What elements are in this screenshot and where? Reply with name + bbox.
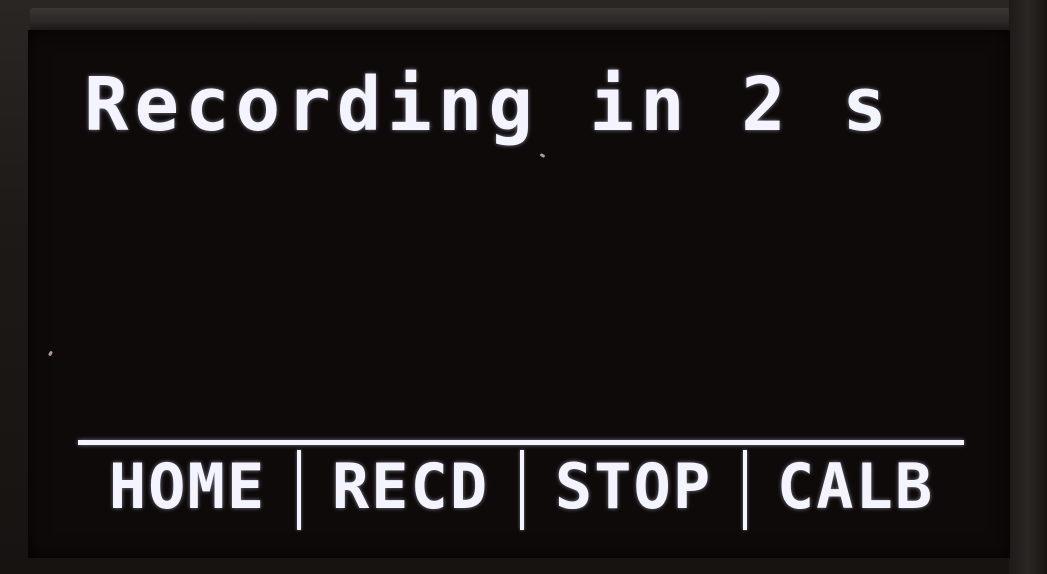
recording-countdown-text: Recording in 2 s xyxy=(84,62,893,148)
device-frame: Recording in 2 s HOME RECD STOP CALB xyxy=(0,0,1047,574)
bezel-top xyxy=(30,8,1010,30)
dust-speck xyxy=(47,350,54,357)
record-softkey[interactable]: RECD xyxy=(301,450,520,530)
menu-divider-line xyxy=(78,440,964,445)
calibrate-softkey[interactable]: CALB xyxy=(747,450,964,530)
bezel-right xyxy=(1009,0,1047,574)
stop-softkey[interactable]: STOP xyxy=(524,450,743,530)
dust-speck xyxy=(539,152,546,159)
oled-screen: Recording in 2 s HOME RECD STOP CALB xyxy=(28,30,1010,558)
softkey-menu-bar: HOME RECD STOP CALB xyxy=(78,450,964,530)
home-softkey[interactable]: HOME xyxy=(78,450,297,530)
